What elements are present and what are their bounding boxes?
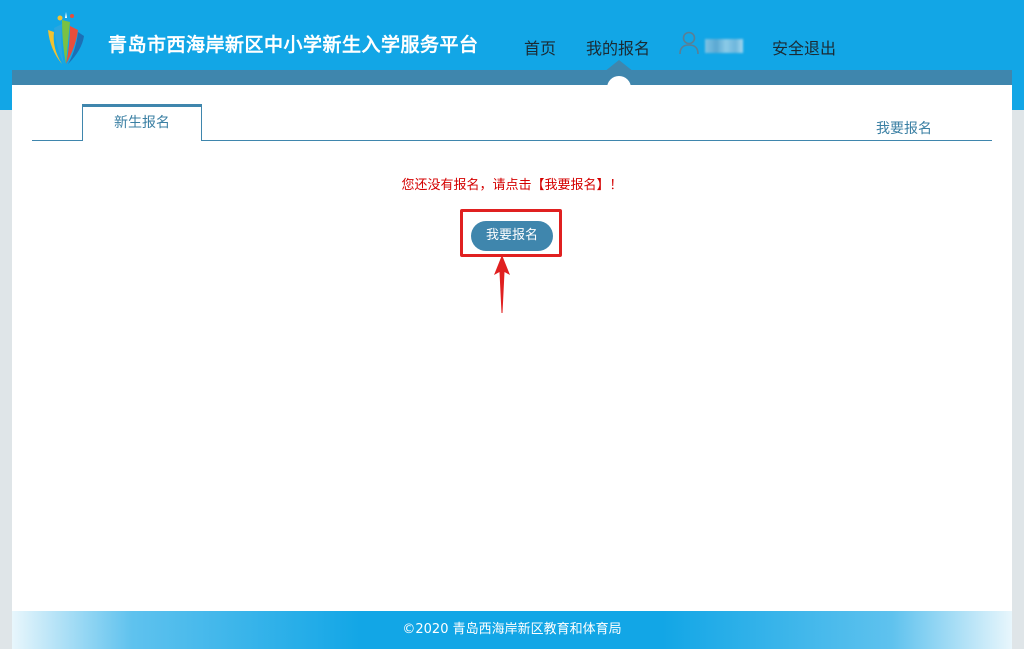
user-icon [679,31,699,55]
nav-my-registration[interactable]: 我的报名 [586,35,650,59]
register-button[interactable]: 我要报名 [471,221,553,251]
username-blurred[interactable] [705,39,743,53]
nav-home[interactable]: 首页 [524,35,556,59]
logout-link[interactable]: 安全退出 [772,35,836,59]
active-nav-indicator [604,60,634,72]
annotation-arrow-icon [494,255,510,313]
site-title: 青岛市西海岸新区中小学新生入学服务平台 [108,34,479,56]
tab-register-link[interactable]: 我要报名 [876,118,932,138]
footer: ©2020 青岛西海岸新区教育和体育局 [12,611,1012,649]
nav-indicator-dot [607,76,631,100]
platform-logo [48,12,84,64]
no-registration-notice: 您还没有报名，请点击【我要报名】！ [401,178,623,193]
header-subbar [12,70,1012,85]
main-content: 新生报名 我要报名 您还没有报名，请点击【我要报名】！ 我要报名 [12,85,1012,611]
tab-new-student-registration[interactable]: 新生报名 [82,104,202,141]
